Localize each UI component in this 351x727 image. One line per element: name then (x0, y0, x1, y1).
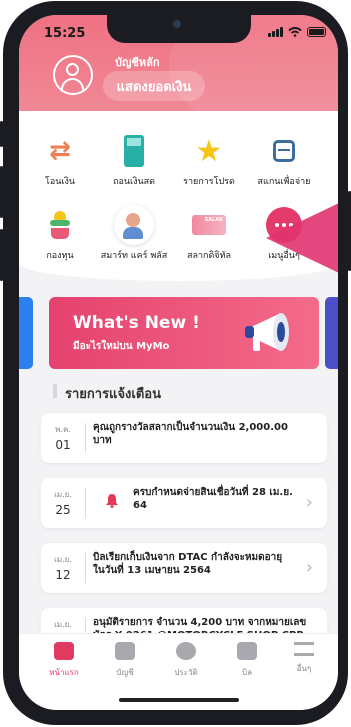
scan-icon (264, 131, 304, 171)
profile-avatar[interactable] (53, 55, 93, 95)
menu-item-label: สมาร์ท แคร์ พลัส (100, 251, 168, 261)
menu-item-label: สลากดิจิทัล (186, 251, 232, 261)
notification-card[interactable]: เม.ย. 25 ครบกำหนดจ่ายสินเชื่อวันที่ 28 เ… (41, 478, 327, 528)
home-icon (54, 642, 74, 660)
fund-icon (40, 205, 80, 245)
volume-down-button (0, 229, 3, 281)
lottery-icon (189, 205, 229, 245)
notification-card[interactable]: เม.ย. 12 บิลเรียกเก็บเงินจาก DTAC กำลังจ… (41, 543, 327, 593)
divider (85, 423, 86, 453)
menu-item-label: โอนเงิน (44, 177, 75, 187)
menu-item-lottery[interactable]: สลากดิจิทัล (174, 205, 244, 262)
volume-up-button (0, 166, 3, 218)
menu-page-arrow[interactable] (266, 190, 338, 286)
notification-card[interactable]: พ.ค. 01 คุณถูกรางวัลสลากเป็นจำนวนเงิน 2,… (41, 413, 327, 463)
notification-month: เม.ย. (54, 620, 72, 629)
notification-month: พ.ค. (55, 425, 71, 434)
bill-icon (237, 642, 257, 660)
wifi-icon (288, 27, 302, 37)
whats-new-banner[interactable]: What's New ! มีอะไรใหม่บน MyMo (49, 297, 319, 369)
wallet-icon (115, 642, 135, 660)
status-icons (268, 27, 326, 37)
menu-item-fund[interactable]: กองทุน (25, 205, 95, 262)
star-icon: ★ (195, 133, 223, 169)
tab-label: ประวัติ (174, 668, 198, 677)
home-indicator (119, 698, 239, 702)
tab-label: บิล (242, 668, 252, 677)
notification-date: เม.ย. 25 (41, 478, 85, 528)
notification-date: พ.ค. 01 (41, 413, 85, 463)
divider (85, 553, 86, 583)
notification-month: เม.ย. (54, 555, 72, 564)
show-balance-button[interactable]: แสดงยอดเงิน (103, 71, 205, 101)
megaphone-icon (245, 313, 289, 351)
history-icon (176, 642, 196, 660)
divider (85, 488, 86, 518)
app-screen: 15:25 บัญชีหลัก แสดงยอดเงิน ⇄ โอนเงิน ถอ… (19, 15, 338, 710)
notification-day: 12 (55, 568, 71, 582)
chevron-right-icon: › (305, 492, 313, 513)
banner-prev-peek[interactable] (19, 297, 33, 369)
notification-text: ครบกำหนดจ่ายสินเชื่อวันที่ 28 เม.ย. 64 (133, 487, 293, 511)
chevron-right-icon: › (305, 557, 313, 578)
camera (173, 20, 181, 28)
battery-icon (307, 27, 326, 37)
tab-account[interactable]: บัญชี (100, 642, 150, 679)
care-icon (114, 205, 154, 245)
section-marker (53, 384, 57, 398)
menu-item-label: ถอนเงินสด (113, 177, 155, 187)
bell-icon (106, 494, 118, 508)
menu-item-smart-care[interactable]: สมาร์ท แคร์ พลัส (99, 205, 169, 262)
menu-item-label: สแกนเพื่อจ่าย (257, 177, 311, 187)
menu-item-favorites[interactable]: ★ รายการโปรด (174, 131, 244, 188)
notch (107, 15, 251, 43)
banner-title: What's New ! (73, 313, 200, 333)
tab-label: อื่นๆ (296, 664, 312, 673)
tab-more[interactable]: อื่นๆ (279, 642, 329, 675)
notification-text: บิลเรียกเก็บเงินจาก DTAC กำลังจะหมดอายุใ… (93, 552, 283, 576)
menu-icon (294, 642, 314, 656)
notification-month: เม.ย. (54, 490, 72, 499)
notification-day: 01 (55, 438, 71, 452)
atm-icon (114, 131, 154, 171)
notifications-title: รายการแจ้งเตือน (65, 387, 161, 402)
menu-item-transfer[interactable]: ⇄ โอนเงิน (25, 131, 95, 188)
notification-text: คุณถูกรางวัลสลากเป็นจำนวนเงิน 2,000.00 บ… (93, 422, 288, 446)
menu-item-label: กองทุน (46, 251, 74, 261)
menu-item-label: รายการโปรด (183, 177, 235, 187)
banner-subtitle: มีอะไรใหม่บน MyMo (73, 341, 170, 352)
status-time: 15:25 (44, 26, 86, 41)
menu-item-scan-pay[interactable]: สแกนเพื่อจ่าย (249, 131, 319, 188)
tab-label: หน้าแรก (49, 668, 79, 677)
signal-icon (268, 27, 283, 37)
notification-date: เม.ย. 12 (41, 543, 85, 593)
account-name: บัญชีหลัก (115, 56, 160, 69)
phone-frame: 15:25 บัญชีหลัก แสดงยอดเงิน ⇄ โอนเงิน ถอ… (0, 1, 351, 725)
tab-bill[interactable]: บิล (222, 642, 272, 679)
banner-next-peek[interactable] (325, 297, 338, 369)
notification-day: 25 (55, 503, 71, 517)
mute-switch (0, 121, 3, 147)
transfer-icon: ⇄ (49, 136, 71, 166)
tab-label: บัญชี (116, 668, 134, 677)
menu-item-withdraw[interactable]: ถอนเงินสด (99, 131, 169, 188)
tab-history[interactable]: ประวัติ (161, 642, 211, 679)
tab-home[interactable]: หน้าแรก (39, 642, 89, 679)
